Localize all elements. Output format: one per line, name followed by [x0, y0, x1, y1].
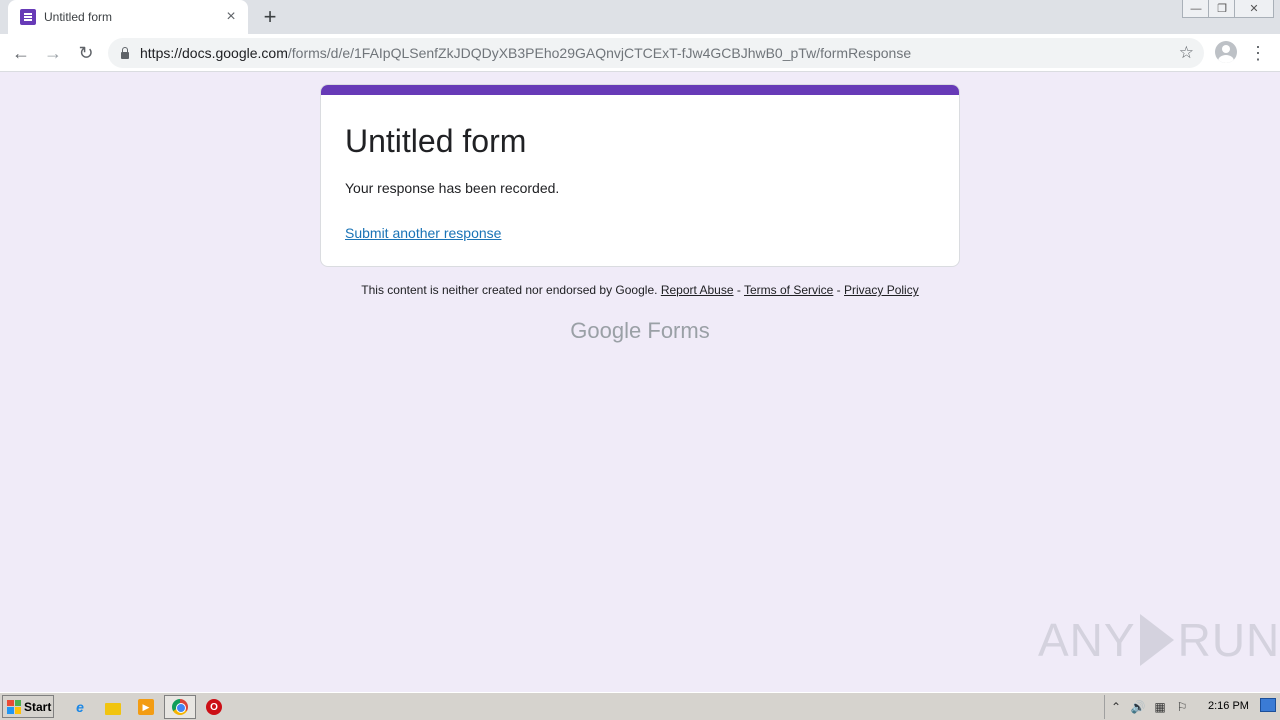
brand-google: Google	[570, 318, 642, 343]
address-bar[interactable]: https://docs.google.com/forms/d/e/1FAIpQ…	[108, 38, 1204, 68]
footer-separator: -	[733, 283, 744, 297]
watermark-left: ANY	[1038, 614, 1136, 666]
watermark-play-icon	[1139, 614, 1174, 666]
windows-logo-icon	[7, 699, 21, 714]
form-title: Untitled form	[345, 123, 527, 159]
terms-of-service-link[interactable]: Terms of Service	[744, 283, 833, 297]
forms-favicon-icon	[20, 9, 36, 25]
lock-icon	[120, 47, 130, 59]
footer-separator: -	[833, 283, 845, 297]
card-accent-band	[321, 85, 959, 95]
new-tab-button[interactable]: +	[258, 6, 282, 28]
url-path: /forms/d/e/1FAIpQLSenfZkJDQDyXB3PEho29GA…	[287, 45, 912, 61]
browser-toolbar: ← → ↻ https://docs.google.com/forms/d/e/…	[0, 34, 1280, 72]
url-text: https://docs.google.com/forms/d/e/1FAIpQ…	[140, 45, 911, 61]
google-forms-logo[interactable]: Google Forms	[0, 318, 1280, 344]
form-response-card: Untitled form Your response has been rec…	[320, 84, 960, 267]
action-center-flag-icon[interactable]: ⚐	[1171, 700, 1193, 714]
privacy-policy-link[interactable]: Privacy Policy	[844, 283, 919, 297]
start-label: Start	[24, 699, 52, 714]
tray-expand-icon[interactable]: ⌃	[1105, 700, 1127, 714]
folder-icon	[105, 703, 121, 715]
opera-icon: O	[206, 699, 222, 715]
chrome-icon	[172, 699, 188, 715]
confirmation-message: Your response has been recorded.	[345, 180, 560, 196]
window-minimize-button[interactable]: —	[1182, 0, 1210, 18]
profile-avatar-icon[interactable]	[1215, 41, 1237, 63]
chrome-taskbar-button[interactable]	[164, 695, 196, 719]
opera-taskbar-button[interactable]: O	[204, 697, 224, 717]
back-icon[interactable]: ←	[8, 40, 34, 66]
network-icon[interactable]: ▦	[1149, 700, 1171, 714]
forward-icon[interactable]: →	[40, 40, 66, 66]
browser-menu-icon[interactable]: ⋮	[1249, 40, 1267, 66]
windows-taskbar: Start e ▶ O ⌃ 🔊 ▦ ⚐ 2:16 PM	[0, 692, 1280, 720]
taskbar-clock[interactable]: 2:16 PM	[1208, 700, 1249, 712]
submit-another-response-link[interactable]: Submit another response	[345, 225, 501, 241]
brand-forms: Forms	[647, 318, 710, 343]
media-player-icon[interactable]: ▶	[136, 697, 156, 717]
disclaimer-text: This content is neither created nor endo…	[361, 283, 658, 297]
tab-title: Untitled form	[44, 10, 113, 24]
internet-explorer-icon[interactable]: e	[70, 697, 90, 717]
start-button[interactable]: Start	[2, 695, 54, 718]
reload-icon[interactable]: ↻	[73, 40, 99, 66]
volume-icon[interactable]: 🔊	[1127, 700, 1149, 714]
browser-tab[interactable]: Untitled form ×	[8, 0, 248, 34]
tab-close-icon[interactable]: ×	[222, 8, 240, 26]
file-explorer-icon[interactable]	[103, 697, 123, 717]
media-play-icon: ▶	[138, 699, 154, 715]
anyrun-watermark: ANY RUN	[1038, 608, 1279, 672]
report-abuse-link[interactable]: Report Abuse	[661, 283, 734, 297]
show-desktop-icon[interactable]	[1260, 698, 1276, 712]
tab-strip: Untitled form × + — ❐ ✕	[0, 0, 1280, 34]
system-tray: ⌃ 🔊 ▦ ⚐	[1104, 695, 1280, 719]
watermark-right: RUN	[1177, 614, 1280, 666]
url-host: https://docs.google.com	[140, 45, 288, 61]
footer-disclaimer: This content is neither created nor endo…	[0, 283, 1280, 297]
bookmark-star-icon[interactable]: ☆	[1179, 43, 1194, 63]
window-restore-button[interactable]: ❐	[1208, 0, 1236, 18]
window-close-button[interactable]: ✕	[1234, 0, 1274, 18]
